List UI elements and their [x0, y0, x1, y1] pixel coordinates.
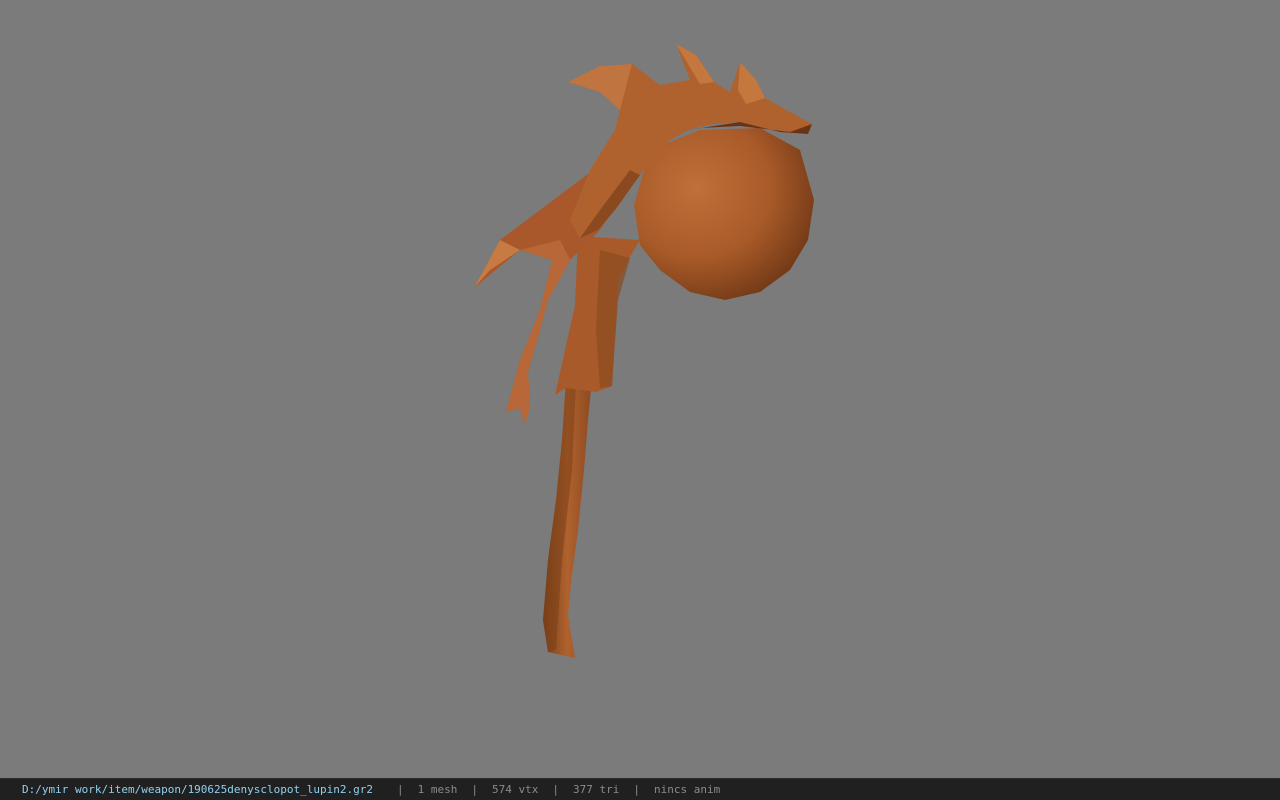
animation-status: nincs anim: [653, 783, 721, 796]
mace-ball: [634, 128, 814, 300]
file-path: D:/ymir work/item/weapon/190625denysclop…: [22, 783, 373, 796]
status-separator: |: [471, 783, 478, 796]
status-separator: |: [633, 783, 640, 796]
triangle-count: 377 tri: [572, 783, 620, 796]
model-render: [474, 44, 814, 658]
mesh-count: 1 mesh: [417, 783, 458, 796]
status-separator: |: [552, 783, 559, 796]
3d-viewport[interactable]: [0, 0, 1280, 778]
status-separator: |: [397, 783, 404, 796]
status-bar: D:/ymir work/item/weapon/190625denysclop…: [0, 778, 1280, 800]
vertex-count: 574 vtx: [492, 783, 539, 796]
